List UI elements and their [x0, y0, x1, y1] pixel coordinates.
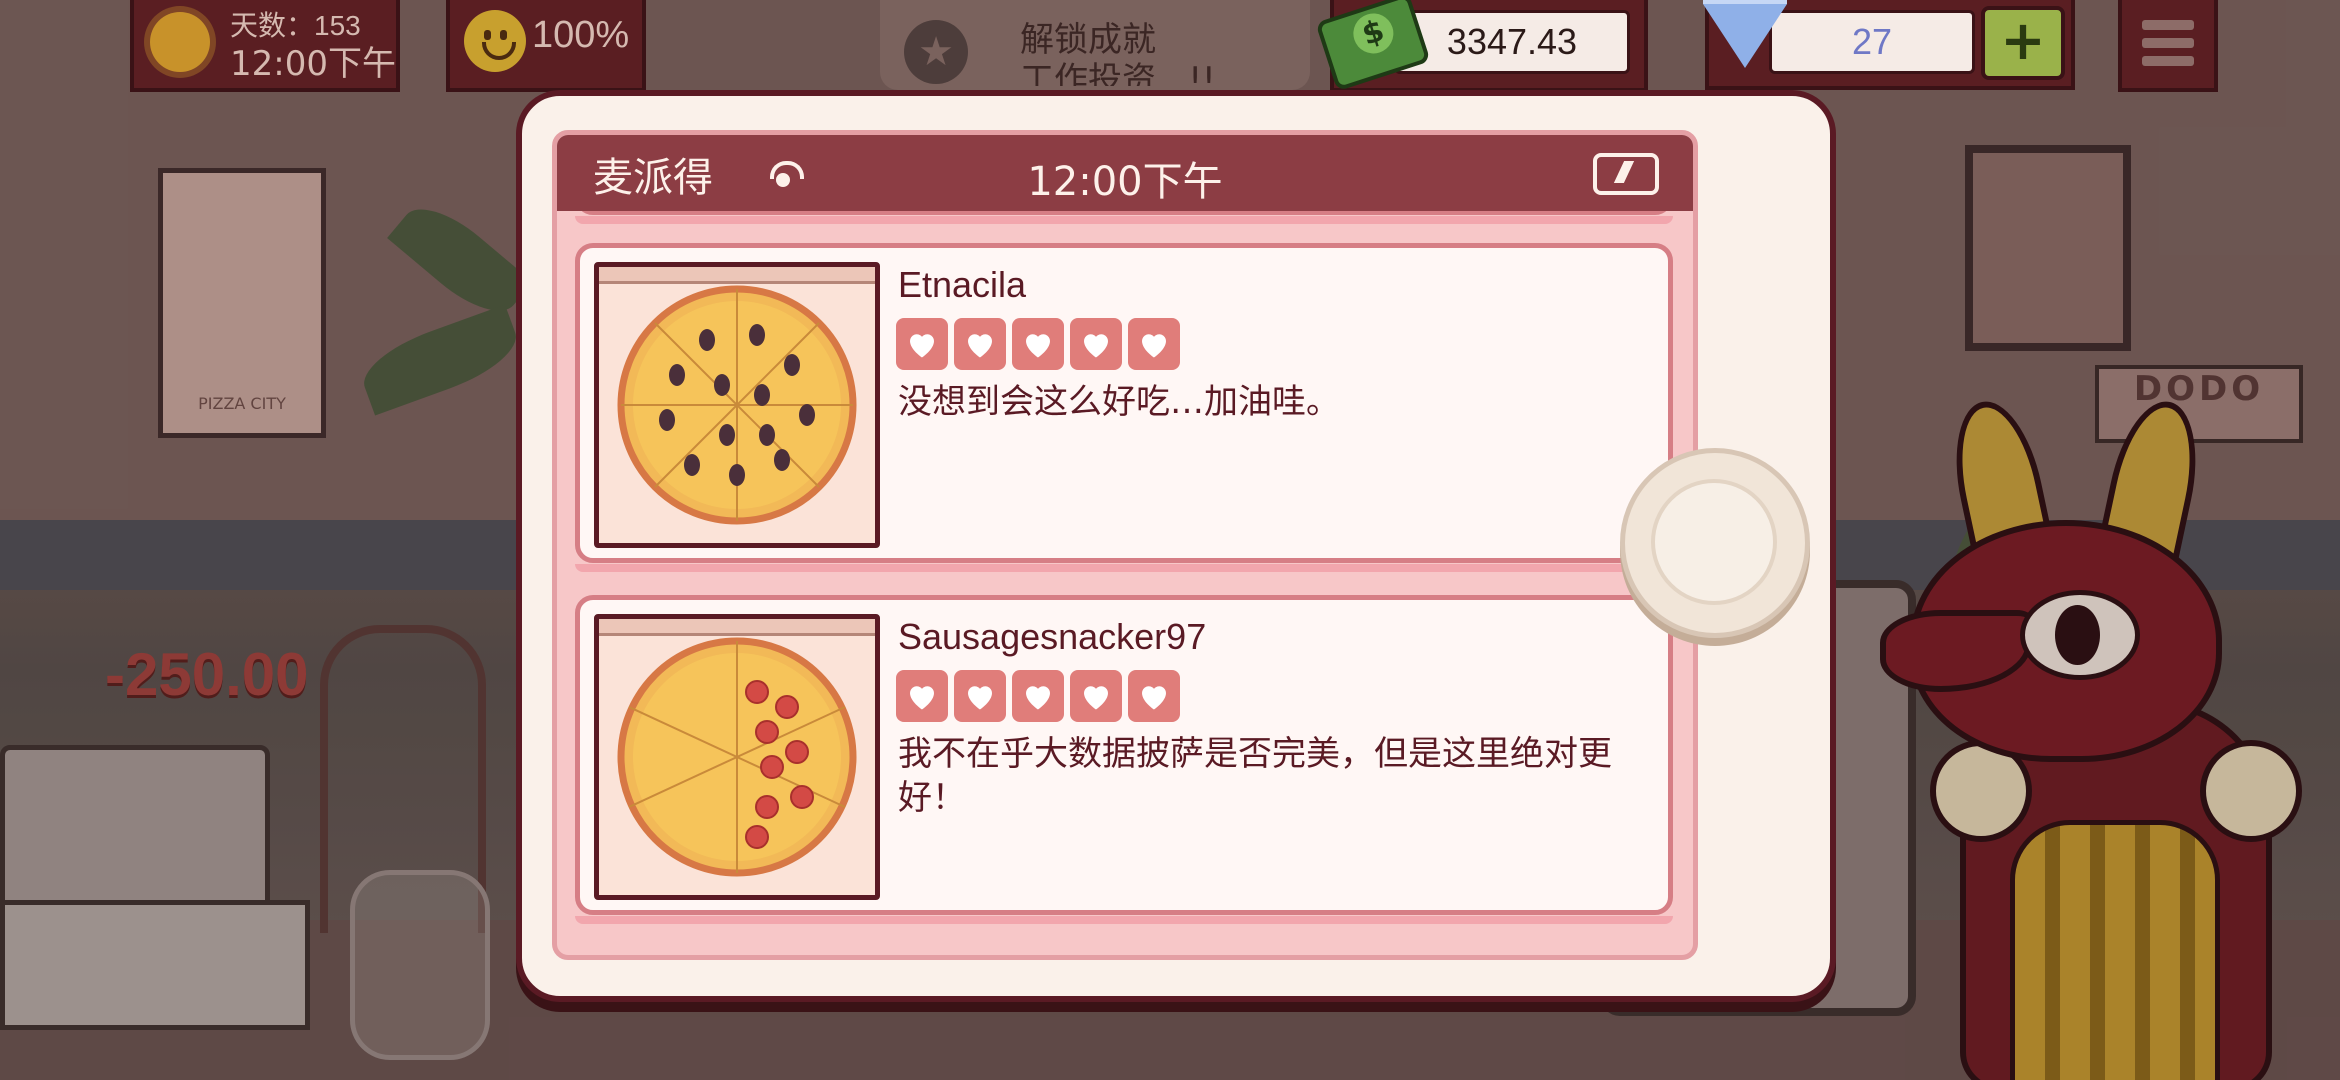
achievement-banner[interactable]: ★ 解锁成就 工作投资...!! [880, 0, 1310, 90]
reviewer-name: Etnacila [898, 264, 1027, 305]
pizza-photo [594, 262, 880, 548]
smiley-mouth [482, 42, 516, 60]
review-comment: 我不在乎大数据披萨是否完美，但是这里绝对更好！ [898, 734, 1612, 818]
heart-icon [1012, 670, 1064, 722]
heart-icon [1012, 318, 1064, 370]
review-comment: 没想到会这么好吃…加油哇。 [898, 382, 1340, 422]
reviewer-name: Sausagesnacker97 [898, 616, 1207, 657]
achievement-line1: 解锁成就 [1020, 20, 1156, 60]
battery-icon [1593, 153, 1659, 195]
pepperoni-pizza-image [617, 637, 857, 877]
review-card: Sausagesnacker97 我不在乎大数据披萨是否完美，但是这里绝对更好！ [575, 595, 1673, 924]
pizza-photo [594, 614, 880, 900]
review-card: Etnacila 没想到会这么好吃…加油哇。 [575, 243, 1673, 572]
heart-rating [896, 670, 1186, 726]
phone-clock: 12:00下午 [1027, 159, 1223, 205]
menu-button[interactable] [2118, 0, 2218, 92]
heart-icon [896, 670, 948, 722]
happiness-panel: 100% [446, 0, 646, 92]
gem-panel: 27 + [1703, 0, 2075, 90]
day-time-panel: 天数：153 12:00下午 [130, 0, 400, 92]
smiley-icon [464, 10, 526, 72]
heart-icon [1070, 670, 1122, 722]
achievement-text: 解锁成就 工作投资...!! [1020, 20, 1216, 86]
heart-icon [954, 670, 1006, 722]
phone-screen: 麦派得 12:00下午 Etnacila 没想到会这么好吃…加油哇。 Sausa… [552, 130, 1698, 960]
phone-status-bar: 麦派得 12:00下午 [557, 135, 1693, 211]
clock-time: 12:00下午 [230, 44, 396, 84]
star-icon: ★ [904, 20, 968, 84]
cash-icon [1315, 0, 1431, 92]
heart-rating [896, 318, 1186, 374]
happiness-value: 100% [532, 14, 630, 56]
heart-icon [954, 318, 1006, 370]
menu-icon-bar [2142, 38, 2194, 48]
diamond-icon [1703, 0, 1787, 68]
menu-icon-bar [2142, 20, 2194, 30]
mushroom-pizza-image [617, 285, 857, 525]
pizza-box-lid [599, 267, 875, 284]
money-value: 3347.43 [1394, 10, 1630, 74]
sun-icon [150, 12, 210, 72]
pizza-box-lid [599, 619, 875, 636]
heart-icon [1070, 318, 1122, 370]
heart-icon [896, 318, 948, 370]
heart-icon [1128, 670, 1180, 722]
achievement-line2: 工作投资...!! [1020, 60, 1216, 86]
gem-count: 27 [1769, 10, 1975, 74]
buy-gems-button[interactable]: + [1981, 6, 2065, 80]
phone-home-button[interactable] [1620, 448, 1810, 638]
menu-icon-bar [2142, 56, 2194, 66]
money-panel: 3347.43 [1315, 0, 1648, 92]
heart-icon [1128, 318, 1180, 370]
